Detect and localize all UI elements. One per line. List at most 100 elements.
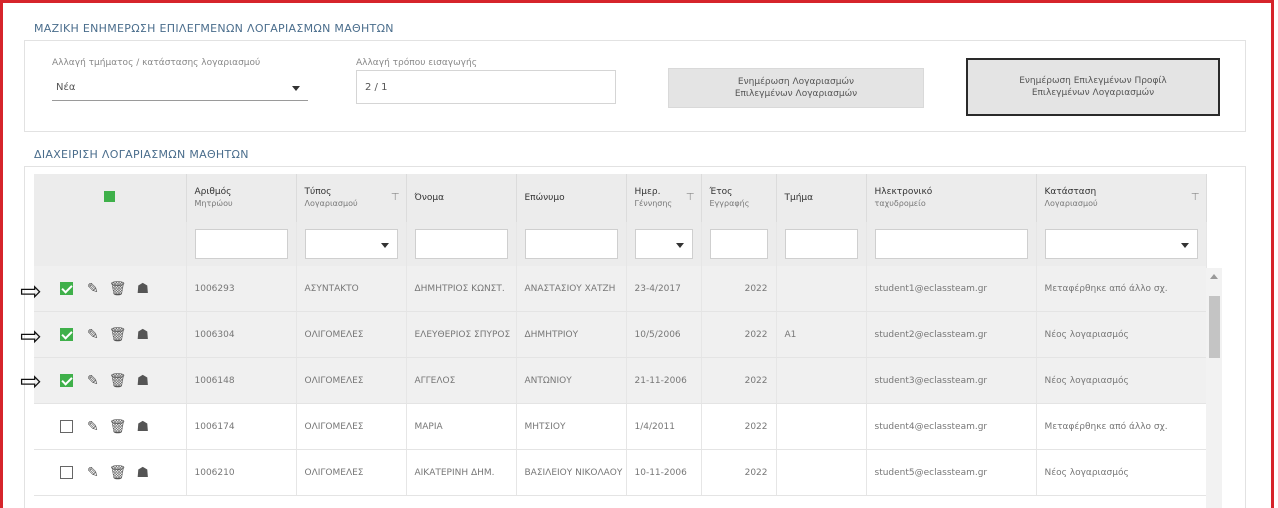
edit-icon[interactable]: ✎ bbox=[87, 328, 99, 342]
update-profiles-label-1: Ενημέρωση Επιλεγμένων Προφίλ bbox=[1019, 76, 1167, 86]
col-am-header[interactable]: Αριθμός Μητρώου bbox=[186, 174, 297, 222]
cell-type: ΑΣΥΝΤΑΚΤΟ bbox=[296, 266, 407, 312]
edit-icon[interactable]: ✎ bbox=[87, 466, 99, 480]
select-all-checkbox[interactable] bbox=[104, 190, 116, 202]
cell-class: Α1 bbox=[776, 311, 867, 358]
cell-email: student2@eclassteam.gr bbox=[866, 311, 1037, 358]
cell-birth: 10/5/2006 bbox=[626, 311, 702, 358]
cell-surname: ΜΗΤΣΙΟΥ bbox=[516, 403, 627, 450]
chevron-down-icon bbox=[380, 243, 389, 248]
field2-label: Αλλαγή τρόπου εισαγωγής bbox=[356, 58, 477, 68]
filter-email-input[interactable] bbox=[874, 229, 1028, 259]
filter-status-select[interactable] bbox=[1044, 229, 1198, 259]
col-email-header[interactable]: Ηλεκτρονικό ταχυδρομείο bbox=[866, 174, 1037, 222]
cell-status: Μεταφέρθηκε από άλλο σχ. bbox=[1036, 403, 1207, 450]
profile-icon[interactable]: ☗ bbox=[137, 282, 150, 296]
profile-icon[interactable]: ☗ bbox=[137, 374, 150, 388]
update-profiles-label-2: Επιλεγμένων Λογαριασμών bbox=[1031, 88, 1155, 98]
delete-icon[interactable]: 🗑 bbox=[109, 328, 127, 342]
edit-icon[interactable]: ✎ bbox=[87, 282, 99, 296]
cell-type: ΟΛΙΓΟΜΕΛΕΣ bbox=[296, 311, 407, 358]
cell-status: Νέος λογαριασμός bbox=[1036, 311, 1207, 358]
delete-icon[interactable]: 🗑 bbox=[109, 282, 127, 296]
row-checkbox[interactable] bbox=[60, 282, 73, 295]
cell-surname: ΒΑΣΙΛΕΙΟΥ ΝΙΚΟΛΑΟΥ bbox=[516, 449, 627, 496]
field2-input[interactable]: 2 / 1 bbox=[356, 70, 616, 104]
filter-birth-select[interactable] bbox=[634, 229, 693, 259]
cell-status: Νέος λογαριασμός bbox=[1036, 449, 1207, 496]
filter-icon[interactable]: ⊤ bbox=[391, 192, 400, 203]
cell-name: ΕΛΕΥΘΕΡΙΟΣ ΣΠΥΡΟΣ bbox=[406, 311, 517, 358]
edit-icon[interactable]: ✎ bbox=[87, 420, 99, 434]
cell-email: student5@eclassteam.gr bbox=[866, 449, 1037, 496]
delete-icon[interactable]: 🗑 bbox=[109, 420, 127, 434]
filter-name-input[interactable] bbox=[414, 229, 508, 259]
cell-year: 2022 bbox=[701, 311, 777, 358]
row-checkbox[interactable] bbox=[60, 420, 73, 433]
cell-class bbox=[776, 266, 867, 312]
table-row: ✎ 🗑 ☗ 1006174 ΟΛΙΓΟΜΕΛΕΣ ΜΑΡΙΑ ΜΗΤΣΙΟΥ 1/4/2011… bbox=[34, 403, 1207, 450]
update-accounts-button[interactable]: Ενημέρωση Λογαριασμών Επιλεγμένων Λογαρι… bbox=[668, 68, 924, 108]
table-row: ✎ 🗑 ☗ 1006148 ΟΛΙΓΟΜΕΛΕΣ ΑΓΓΕΛΟΣ ΑΝΤΩΝΙΟΥ 21-11… bbox=[34, 357, 1207, 404]
cell-surname: ΑΝΑΣΤΑΣΙΟΥ ΧΑΤΖΗ bbox=[516, 266, 627, 312]
cell-am: 1006148 bbox=[186, 357, 297, 404]
update-accounts-label-2: Επιλεγμένων Λογαριασμών bbox=[734, 89, 858, 99]
profile-icon[interactable]: ☗ bbox=[137, 420, 150, 434]
profile-icon[interactable]: ☗ bbox=[137, 328, 150, 342]
table-row: ✎ 🗑 ☗ 1006304 ΟΛΙΓΟΜΕΛΕΣ ΕΛΕΥΘΕΡΙΟΣ ΣΠΥΡΟΣ ΔΗΜ… bbox=[34, 311, 1207, 358]
cell-name: ΔΗΜΗΤΡΙΟΣ ΚΩΝΣΤ. bbox=[406, 266, 517, 312]
management-title: ΔΙΑΧΕΙΡΙΣΗ ΛΟΓΑΡΙΑΣΜΩΝ ΜΑΘΗΤΩΝ bbox=[34, 148, 249, 161]
cell-am: 1006304 bbox=[186, 311, 297, 358]
field1-value: Νέα bbox=[56, 82, 76, 93]
cell-type: ΟΛΙΓΟΜΕΛΕΣ bbox=[296, 449, 407, 496]
profile-icon[interactable]: ☗ bbox=[137, 466, 150, 480]
cell-class bbox=[776, 357, 867, 404]
filter-icon[interactable]: ⊤ bbox=[1191, 192, 1200, 203]
pointer-arrow-icon: ⇨ bbox=[20, 322, 42, 352]
cell-birth: 1/4/2011 bbox=[626, 403, 702, 450]
table-row: ✎ 🗑 ☗ 1006293 ΑΣΥΝΤΑΚΤΟ ΔΗΜΗΤΡΙΟΣ ΚΩΝΣΤ. ΑΝΑΣΤ… bbox=[34, 266, 1207, 312]
cell-status: Νέος λογαριασμός bbox=[1036, 357, 1207, 404]
cell-name: ΑΙΚΑΤΕΡΙΝΗ ΔΗΜ. bbox=[406, 449, 517, 496]
edit-icon[interactable]: ✎ bbox=[87, 374, 99, 388]
scroll-up-icon[interactable] bbox=[1210, 274, 1218, 279]
cell-surname: ΑΝΤΩΝΙΟΥ bbox=[516, 357, 627, 404]
filter-year-input[interactable] bbox=[709, 229, 768, 259]
cell-type: ΟΛΙΓΟΜΕΛΕΣ bbox=[296, 357, 407, 404]
filter-am-input[interactable] bbox=[194, 229, 288, 259]
cell-year: 2022 bbox=[701, 403, 777, 450]
cell-am: 1006293 bbox=[186, 266, 297, 312]
cell-am: 1006210 bbox=[186, 449, 297, 496]
col-name-header[interactable]: Όνομα bbox=[406, 174, 517, 222]
row-checkbox[interactable] bbox=[60, 374, 73, 387]
cell-birth: 23-4/2017 bbox=[626, 266, 702, 312]
pointer-arrow-icon: ⇨ bbox=[20, 367, 42, 397]
col-birth-header[interactable]: Ημερ. Γέννησης ⊤ bbox=[626, 174, 702, 222]
col-class-header[interactable]: Τμήμα bbox=[776, 174, 867, 222]
scrollbar-thumb[interactable] bbox=[1209, 296, 1220, 358]
chevron-down-icon bbox=[292, 86, 300, 91]
col-type-header[interactable]: Τύπος Λογαριασμού ⊤ bbox=[296, 174, 407, 222]
cell-email: student1@eclassteam.gr bbox=[866, 266, 1037, 312]
filter-icon[interactable]: ⊤ bbox=[686, 192, 695, 203]
col-year-header[interactable]: Έτος Εγγραφής bbox=[701, 174, 777, 222]
delete-icon[interactable]: 🗑 bbox=[109, 466, 127, 480]
update-profiles-button[interactable]: Ενημέρωση Επιλεγμένων Προφίλ Επιλεγμένων… bbox=[966, 58, 1220, 116]
select-all-header bbox=[34, 174, 187, 222]
cell-year: 2022 bbox=[701, 357, 777, 404]
cell-surname: ΔΗΜΗΤΡΙΟΥ bbox=[516, 311, 627, 358]
filter-row bbox=[34, 222, 1207, 266]
col-status-header[interactable]: Κατάσταση Λογαριασμού ⊤ bbox=[1036, 174, 1207, 222]
filter-surname-input[interactable] bbox=[524, 229, 618, 259]
delete-icon[interactable]: 🗑 bbox=[109, 374, 127, 388]
cell-name: ΑΓΓΕΛΟΣ bbox=[406, 357, 517, 404]
row-checkbox[interactable] bbox=[60, 466, 73, 479]
filter-class-input[interactable] bbox=[784, 229, 858, 259]
filter-type-select[interactable] bbox=[304, 229, 398, 259]
field1-select[interactable]: Νέα bbox=[52, 76, 308, 101]
field1-label: Αλλαγή τμήματος / κατάστασης λογαριασμού bbox=[52, 58, 261, 68]
col-surname-header[interactable]: Επώνυμο bbox=[516, 174, 627, 222]
cell-type: ΟΛΙΓΟΜΕΛΕΣ bbox=[296, 403, 407, 450]
row-checkbox[interactable] bbox=[60, 328, 73, 341]
cell-year: 2022 bbox=[701, 449, 777, 496]
